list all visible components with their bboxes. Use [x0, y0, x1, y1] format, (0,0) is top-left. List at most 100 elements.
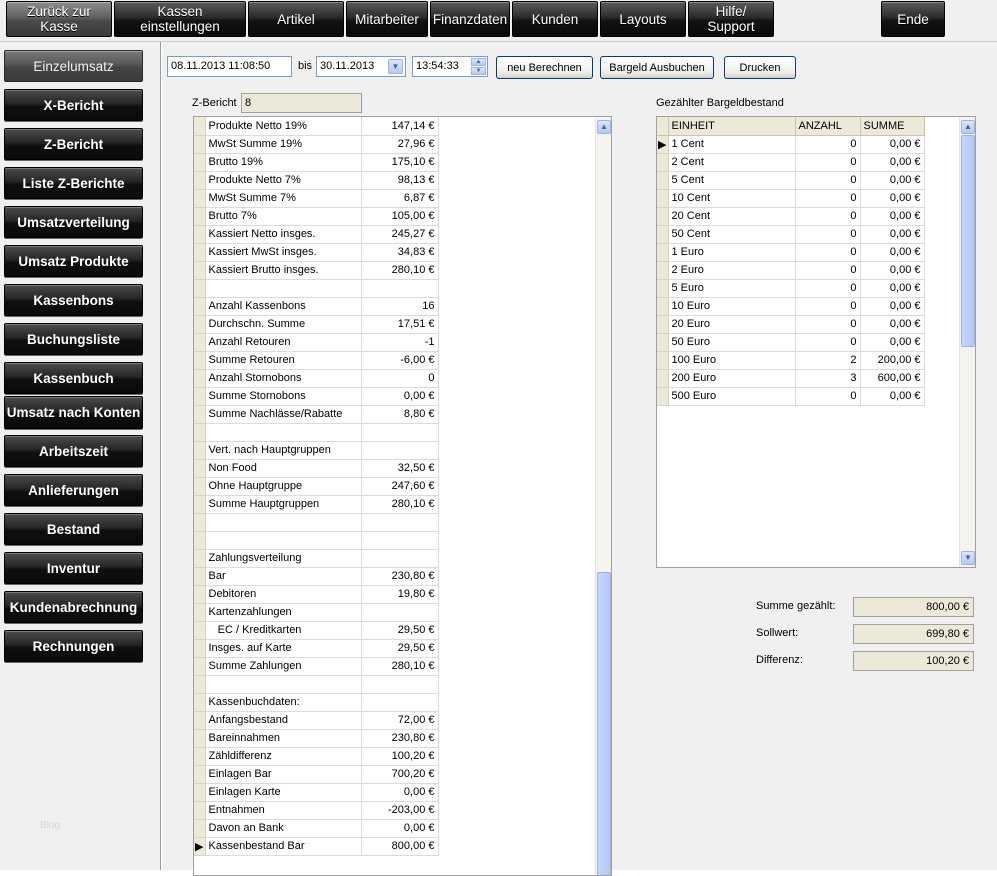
row-selector[interactable] — [194, 585, 206, 604]
report-grid[interactable]: Produkte Netto 19% 147,14 € MwSt Summe 19%… — [193, 116, 612, 876]
table-row[interactable]: 200 Euro 3 600,00 € — [657, 369, 925, 388]
table-row[interactable]: 10 Cent 0 0,00 € — [657, 189, 925, 208]
row-selector[interactable] — [194, 549, 206, 568]
table-row[interactable]: ▶ Kassenbestand Bar 800,00 € — [194, 837, 439, 856]
table-row[interactable]: Brutto 7% 105,00 € — [194, 207, 439, 226]
row-selector[interactable] — [194, 333, 206, 352]
row-selector[interactable] — [194, 747, 206, 766]
financial-data-button[interactable]: Finanzdaten — [430, 1, 510, 37]
table-row[interactable]: Kassiert MwSt insges. 34,83 € — [194, 243, 439, 262]
table-row[interactable]: Insges. auf Karte 29,50 € — [194, 639, 439, 658]
row-selector[interactable] — [194, 477, 206, 496]
sidebar-item-buchungsliste[interactable]: Buchungsliste — [4, 323, 143, 355]
count-cell[interactable]: 0 — [795, 189, 861, 208]
sidebar-item-arbeitszeit[interactable]: Arbeitszeit — [4, 435, 143, 467]
row-selector[interactable] — [194, 495, 206, 514]
row-selector[interactable] — [194, 387, 206, 406]
row-selector[interactable] — [194, 207, 206, 226]
row-selector[interactable] — [194, 711, 206, 730]
table-row[interactable]: Summe Retouren -6,00 € — [194, 351, 439, 370]
table-row[interactable]: Debitoren 19,80 € — [194, 585, 439, 604]
exit-button[interactable]: Ende — [881, 1, 945, 37]
table-row[interactable]: Summe Stornobons 0,00 € — [194, 387, 439, 406]
report-scrollbar[interactable]: ▲ — [595, 117, 611, 875]
row-selector[interactable] — [194, 135, 206, 154]
table-row[interactable]: Non Food 32,50 € — [194, 459, 439, 478]
employees-button[interactable]: Mitarbeiter — [346, 1, 428, 37]
row-selector[interactable] — [194, 801, 206, 820]
count-cell[interactable]: 0 — [795, 153, 861, 172]
table-row[interactable]: 50 Euro 0 0,00 € — [657, 333, 925, 352]
scroll-down-icon[interactable]: ▼ — [961, 551, 975, 565]
count-cell[interactable]: 0 — [795, 315, 861, 334]
table-row[interactable]: 20 Euro 0 0,00 € — [657, 315, 925, 334]
row-selector[interactable] — [657, 369, 669, 388]
recalculate-button[interactable]: neu Berechnen — [496, 56, 593, 79]
table-row[interactable]: Summe Hauptgruppen 280,10 € — [194, 495, 439, 514]
sidebar-item-rechnungen[interactable]: Rechnungen — [4, 630, 143, 662]
sidebar-item-umsatzverteilung[interactable]: Umsatzverteilung — [4, 206, 143, 238]
sidebar-item-kundenabrechnung[interactable]: Kundenabrechnung — [4, 591, 143, 623]
row-pointer-icon[interactable]: ▶ — [194, 837, 206, 856]
table-row[interactable]: 500 Euro 0 0,00 € — [657, 387, 925, 406]
to-date-field[interactable]: 30.11.2013 ▼ — [316, 56, 406, 77]
sidebar-item-umsatz-nach-konten[interactable]: Umsatz nach Konten — [4, 396, 143, 429]
cash-count-grid[interactable]: EINHEIT ANZAHL SUMME ▶ 1 Cent 0 0,00 €2 Cen… — [656, 116, 976, 568]
table-row[interactable]: 20 Cent 0 0,00 € — [657, 207, 925, 226]
row-pointer-icon[interactable]: ▶ — [657, 135, 669, 154]
scroll-up-icon[interactable]: ▲ — [961, 120, 975, 134]
back-to-register-button[interactable]: Zurück zur Kasse — [6, 1, 112, 37]
table-row[interactable]: 5 Euro 0 0,00 € — [657, 279, 925, 298]
print-button[interactable]: Drucken — [724, 56, 796, 79]
table-row[interactable]: Summe Nachlässe/Rabatte 8,80 € — [194, 405, 439, 424]
row-selector[interactable] — [657, 243, 669, 262]
sidebar-item-anlieferungen[interactable]: Anlieferungen — [4, 474, 143, 506]
sidebar-item-x-bericht[interactable]: X-Bericht — [4, 89, 143, 121]
scroll-up-icon[interactable]: ▲ — [597, 120, 611, 134]
count-cell[interactable]: 0 — [795, 207, 861, 226]
table-row[interactable]: Entnahmen -203,00 € — [194, 801, 439, 820]
table-row[interactable]: 2 Euro 0 0,00 € — [657, 261, 925, 280]
to-time-field[interactable]: 13:54:33 ▲ ▼ — [412, 56, 488, 77]
table-row[interactable]: 100 Euro 2 200,00 € — [657, 351, 925, 370]
row-selector[interactable] — [194, 783, 206, 802]
row-selector[interactable] — [194, 369, 206, 388]
row-selector[interactable] — [657, 207, 669, 226]
table-row[interactable]: Zahlungsverteilung — [194, 549, 439, 568]
sidebar-item-z-bericht[interactable]: Z-Bericht — [4, 128, 143, 160]
table-row[interactable]: MwSt Summe 19% 27,96 € — [194, 135, 439, 154]
row-selector[interactable] — [657, 333, 669, 352]
table-row[interactable] — [194, 531, 439, 550]
table-row[interactable] — [194, 513, 439, 532]
cash-out-button[interactable]: Bargeld Ausbuchen — [600, 56, 714, 79]
table-row[interactable]: 5 Cent 0 0,00 € — [657, 171, 925, 190]
count-cell[interactable]: 3 — [795, 369, 861, 388]
articles-button[interactable]: Artikel — [248, 1, 344, 37]
table-row[interactable]: Kassenbuchdaten: — [194, 693, 439, 712]
row-selector[interactable] — [657, 153, 669, 172]
row-selector[interactable] — [194, 819, 206, 838]
table-row[interactable]: Kartenzahlungen — [194, 603, 439, 622]
row-selector[interactable] — [194, 189, 206, 208]
row-selector[interactable] — [194, 675, 206, 694]
col-summe[interactable]: SUMME — [860, 117, 925, 136]
sidebar-item-bestand[interactable]: Bestand — [4, 513, 143, 545]
scroll-thumb[interactable] — [961, 135, 975, 347]
row-selector[interactable] — [194, 279, 206, 298]
count-cell[interactable]: 0 — [795, 225, 861, 244]
count-cell[interactable]: 0 — [795, 243, 861, 262]
row-selector[interactable] — [194, 171, 206, 190]
row-selector[interactable] — [657, 261, 669, 280]
row-selector[interactable] — [194, 423, 206, 442]
sidebar-item-inventur[interactable]: Inventur — [4, 552, 143, 584]
count-cell[interactable]: 0 — [795, 261, 861, 280]
spin-up-icon[interactable]: ▲ — [471, 58, 486, 66]
sidebar-item-liste-z-berichte[interactable]: Liste Z-Berichte — [4, 167, 143, 199]
table-row[interactable]: 1 Euro 0 0,00 € — [657, 243, 925, 262]
table-row[interactable] — [194, 279, 439, 298]
sidebar-item-kassenbons[interactable]: Kassenbons — [4, 284, 143, 316]
table-row[interactable]: 50 Cent 0 0,00 € — [657, 225, 925, 244]
row-selector[interactable] — [194, 351, 206, 370]
sidebar-item-einzelumsatz[interactable]: Einzelumsatz — [4, 50, 143, 82]
count-cell[interactable]: 0 — [795, 279, 861, 298]
